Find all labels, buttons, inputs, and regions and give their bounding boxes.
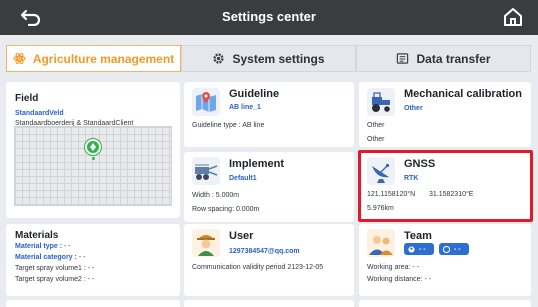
guideline-card[interactable]: Guideline AB line_1 Guideline type : AB … bbox=[184, 82, 354, 147]
bottom-card-right bbox=[359, 300, 531, 307]
team-title: Team bbox=[404, 230, 432, 242]
implement-title: Implement bbox=[229, 158, 285, 170]
user-card[interactable]: User 1297384547@qq.com Communication val… bbox=[184, 224, 354, 296]
gnss-card[interactable]: GNSS RTK 121.1158120°N 31.1582310°E 5.97… bbox=[359, 152, 531, 222]
team-members-value: - - bbox=[419, 245, 426, 253]
tab-label: Agriculture management bbox=[32, 51, 175, 66]
team-icon bbox=[367, 229, 395, 257]
field-map[interactable] bbox=[14, 126, 172, 206]
user-avatar-icon bbox=[192, 229, 220, 257]
team-devices-chip[interactable]: - - bbox=[439, 243, 469, 255]
target-spray-volume2: Target spray volume2 : - - bbox=[15, 276, 95, 283]
settings-tabs: Agriculture management System settings D… bbox=[6, 45, 531, 72]
user-circle-icon bbox=[408, 245, 415, 253]
location-pin-anchor bbox=[92, 157, 95, 160]
guideline-title: Guideline bbox=[229, 88, 280, 100]
gnss-distance: 5.976km bbox=[367, 205, 394, 212]
bottom-card-middle bbox=[184, 300, 354, 307]
field-card[interactable]: Field StandaardVeld Standaardboerderij &… bbox=[6, 82, 180, 218]
implement-width: Width : 5.000m bbox=[192, 192, 240, 199]
material-category-label: Material category : bbox=[15, 254, 77, 261]
implement-row-spacing: Row spacing: 0.000m bbox=[192, 206, 260, 213]
gnss-title: GNSS bbox=[404, 158, 436, 170]
guideline-map-icon bbox=[192, 88, 220, 116]
gnss-latitude: 121.1158120°N bbox=[367, 191, 416, 198]
team-card[interactable]: Team - - - - Working area: - - Working d… bbox=[359, 224, 531, 296]
working-area: Working area: - - bbox=[367, 264, 419, 271]
tab-data-transfer[interactable]: Data transfer bbox=[356, 45, 531, 72]
tab-agriculture-management[interactable]: Agriculture management bbox=[6, 45, 181, 72]
target-spray-volume1: Target spray volume1 : - - bbox=[15, 265, 95, 272]
implement-card[interactable]: Implement Default1 Width : 5.000m Row sp… bbox=[184, 152, 354, 222]
user-email: 1297384547@qq.com bbox=[229, 248, 300, 255]
materials-title: Materials bbox=[15, 230, 59, 241]
material-type-row: Material type : - - bbox=[15, 243, 71, 250]
tab-system-settings[interactable]: System settings bbox=[181, 45, 356, 72]
field-name: StandaardVeld bbox=[15, 110, 64, 117]
user-title: User bbox=[229, 230, 254, 242]
top-bar: Settings center bbox=[0, 0, 538, 35]
implement-name: Default1 bbox=[229, 175, 257, 182]
mechanical-calibration-line2: Other bbox=[367, 136, 385, 143]
working-distance: Working distance: - - bbox=[367, 276, 432, 283]
transfer-icon bbox=[397, 53, 409, 64]
gnss-mode: RTK bbox=[404, 175, 419, 182]
bottom-card-left bbox=[6, 300, 180, 307]
gear-icon bbox=[213, 53, 225, 64]
materials-card[interactable]: Materials Material type : - - Material c… bbox=[6, 224, 180, 296]
page-title: Settings center bbox=[222, 9, 316, 24]
tab-label: Data transfer bbox=[416, 51, 491, 66]
field-title: Field bbox=[15, 93, 39, 104]
home-icon[interactable] bbox=[502, 6, 524, 28]
team-devices-value: - - bbox=[454, 245, 461, 253]
guideline-name: AB line_1 bbox=[229, 104, 261, 111]
location-pin-icon bbox=[85, 139, 101, 155]
tab-label: System settings bbox=[232, 51, 325, 66]
device-circle-icon bbox=[443, 245, 450, 253]
material-category-row: Material category : - - bbox=[15, 254, 85, 261]
mechanical-calibration-title: Mechanical calibration bbox=[404, 88, 522, 100]
material-type-value: - - bbox=[64, 243, 71, 250]
material-category-value: - - bbox=[78, 254, 86, 261]
implement-sprayer-icon bbox=[192, 157, 220, 185]
material-type-label: Material type : bbox=[15, 243, 63, 250]
mechanical-calibration-card[interactable]: Mechanical calibration Other Other Other bbox=[359, 82, 531, 147]
satellite-dish-icon bbox=[367, 157, 395, 185]
atom-icon bbox=[13, 52, 26, 65]
gnss-longitude: 31.1582310°E bbox=[429, 191, 474, 198]
tractor-icon bbox=[367, 88, 395, 116]
team-members-chip[interactable]: - - bbox=[404, 243, 434, 255]
mechanical-calibration-line1: Other bbox=[367, 122, 385, 129]
guideline-type: Guideline type : AB line bbox=[192, 122, 265, 129]
mechanical-calibration-sub: Other bbox=[404, 105, 423, 112]
communication-validity: Communication validity period 2123-12-05 bbox=[192, 264, 324, 271]
